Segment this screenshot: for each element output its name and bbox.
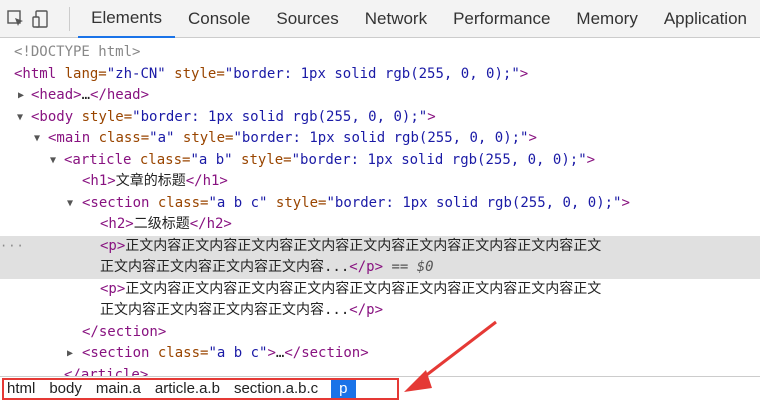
dom-node-p-selected-cont[interactable]: 正文内容正文内容正文内容正文内容...</p> == $0	[0, 257, 760, 279]
node-text: 正文内容正文内容正文内容正文内容正文内容正文内容正文内容正文内容正文	[125, 280, 602, 297]
node-text: 正文内容正文内容正文内容正文内容正文内容正文内容正文内容正文内容正文	[125, 237, 602, 254]
collapse-triangle-icon[interactable]: ▼	[34, 128, 44, 150]
expand-triangle-icon[interactable]: ▶	[67, 343, 77, 365]
breadcrumb-item-body[interactable]: body	[42, 380, 89, 398]
tag-open: <body	[31, 108, 74, 125]
attr-name: style=	[267, 194, 327, 211]
attr-value: "a"	[149, 130, 175, 146]
tag-open: <html	[14, 65, 57, 82]
dom-node-p[interactable]: <p>正文内容正文内容正文内容正文内容正文内容正文内容正文内容正文内容正文	[0, 279, 760, 301]
attr-name: style=	[73, 108, 133, 125]
node-text: 正文内容正文内容正文内容正文内容...	[100, 302, 350, 318]
tag-close: </p>	[349, 259, 384, 275]
dom-node-section-close[interactable]: </section>	[0, 322, 760, 344]
attr-value: "a b"	[190, 151, 233, 168]
dom-node-p-cont[interactable]: 正文内容正文内容正文内容正文内容...</p>	[0, 300, 760, 322]
device-mode-icon	[32, 10, 48, 28]
attr-name: class=	[149, 345, 209, 361]
console-ref-badge: == $0	[383, 259, 434, 275]
dom-node-p-selected[interactable]: ··· <p>正文内容正文内容正文内容正文内容正文内容正文内容正文内容正文内容正…	[0, 235, 760, 258]
attr-name: style=	[232, 151, 292, 168]
dom-tree: <!DOCTYPE html> <html lang="zh-CN" style…	[0, 38, 760, 376]
breadcrumb: html body main.a article.a.b section.a.b…	[2, 378, 399, 400]
breadcrumb-item-html[interactable]: html	[4, 380, 42, 398]
attr-value: "a b c"	[208, 194, 268, 211]
tag-close: >	[427, 108, 436, 125]
dom-node-section-2[interactable]: ▶ <section class="a b c">…</section>	[0, 343, 760, 365]
dom-node-head[interactable]: ▶ <head>…</head>	[0, 85, 760, 107]
tag-open: <p>	[100, 280, 126, 297]
tag-close: </section>	[284, 345, 369, 361]
dom-node-body[interactable]: ▼ <body style="border: 1px solid rgb(255…	[0, 107, 760, 129]
tag-close: </h2>	[189, 216, 232, 232]
tab-sources[interactable]: Sources	[263, 0, 351, 38]
tag-close: </h1>	[185, 173, 228, 189]
attr-value: "zh-CN"	[106, 65, 166, 82]
dom-node-html[interactable]: <html lang="zh-CN" style="border: 1px so…	[0, 64, 760, 86]
tab-elements[interactable]: Elements	[78, 0, 175, 38]
tag-close: >	[586, 151, 596, 168]
breadcrumb-item-p-active[interactable]: p	[331, 380, 356, 398]
select-cursor-icon	[7, 10, 24, 26]
tag-open: <head>	[31, 87, 82, 103]
tag-close: </section>	[82, 323, 167, 340]
tag-open: <h1>	[82, 173, 116, 189]
dom-node-article-close[interactable]: </article>	[0, 365, 760, 377]
collapse-triangle-icon[interactable]: ▼	[17, 107, 27, 129]
attr-name: class=	[149, 194, 209, 211]
attr-value: "border: 1px solid rgb(255, 0, 0);"	[132, 108, 428, 125]
tag-open: <p>	[100, 237, 126, 254]
toolbar-separator	[69, 6, 71, 31]
attr-name: class=	[131, 151, 191, 168]
node-text: 二级标题	[133, 216, 190, 232]
tag-close: </article>	[64, 366, 149, 377]
breadcrumb-item-article[interactable]: article.a.b	[148, 380, 227, 398]
expand-triangle-icon[interactable]: ▶	[18, 85, 28, 107]
tag-close: >	[528, 130, 537, 146]
node-text: 正文内容正文内容正文内容正文内容...	[100, 259, 350, 275]
attr-value: "border: 1px solid rgb(255, 0, 0);"	[291, 151, 587, 168]
breadcrumb-item-section[interactable]: section.a.b.c	[227, 380, 325, 398]
doctype-text: <!DOCTYPE html>	[14, 44, 141, 60]
tag-open: <article	[64, 151, 132, 168]
tag-open: <h2>	[100, 216, 134, 232]
tag-close: >	[621, 194, 630, 211]
dom-node-h1[interactable]: <h1>文章的标题</h1>	[0, 171, 760, 193]
dom-node-doctype[interactable]: <!DOCTYPE html>	[0, 42, 760, 64]
breadcrumb-item-main[interactable]: main.a	[89, 380, 148, 398]
collapsed-dots: …	[81, 87, 91, 103]
more-options-icon[interactable]: ···	[0, 236, 25, 258]
tag-open: <section	[82, 345, 150, 361]
tab-network[interactable]: Network	[352, 0, 440, 38]
tab-application[interactable]: Application	[651, 0, 760, 38]
devtools-toolbar: Elements Console Sources Network Perform…	[0, 0, 760, 38]
dom-node-article[interactable]: ▼ <article class="a b" style="border: 1p…	[0, 150, 760, 172]
tag-open: <section	[82, 194, 150, 211]
attr-name: style=	[174, 130, 234, 146]
node-text: 文章的标题	[115, 173, 186, 189]
device-toolbar-button[interactable]	[29, 0, 54, 38]
tab-memory[interactable]: Memory	[563, 0, 650, 38]
dom-node-h2[interactable]: <h2>二级标题</h2>	[0, 214, 760, 236]
attr-name: style=	[165, 65, 225, 82]
dom-node-main[interactable]: ▼ <main class="a" style="border: 1px sol…	[0, 128, 760, 150]
collapse-triangle-icon[interactable]: ▼	[67, 193, 77, 215]
attr-value: "border: 1px solid rgb(255, 0, 0);"	[224, 65, 520, 82]
breadcrumb-bar: html body main.a article.a.b section.a.b…	[0, 376, 760, 400]
tag-close: >	[267, 345, 276, 361]
tag-close: >	[519, 65, 529, 82]
attr-name: class=	[90, 130, 150, 146]
attr-value: "border: 1px solid rgb(255, 0, 0);"	[233, 130, 529, 146]
dom-node-section[interactable]: ▼ <section class="a b c" style="border: …	[0, 193, 760, 215]
collapse-triangle-icon[interactable]: ▼	[50, 150, 60, 172]
inspect-element-button[interactable]	[4, 0, 29, 38]
tab-performance[interactable]: Performance	[440, 0, 563, 38]
tag-close: </head>	[90, 87, 150, 103]
attr-value: "a b c"	[208, 345, 268, 361]
tag-open: <main	[48, 130, 91, 146]
attr-name: lang=	[56, 65, 107, 82]
tab-console[interactable]: Console	[175, 0, 263, 38]
attr-value: "border: 1px solid rgb(255, 0, 0);"	[326, 194, 622, 211]
tag-close: </p>	[349, 302, 384, 318]
